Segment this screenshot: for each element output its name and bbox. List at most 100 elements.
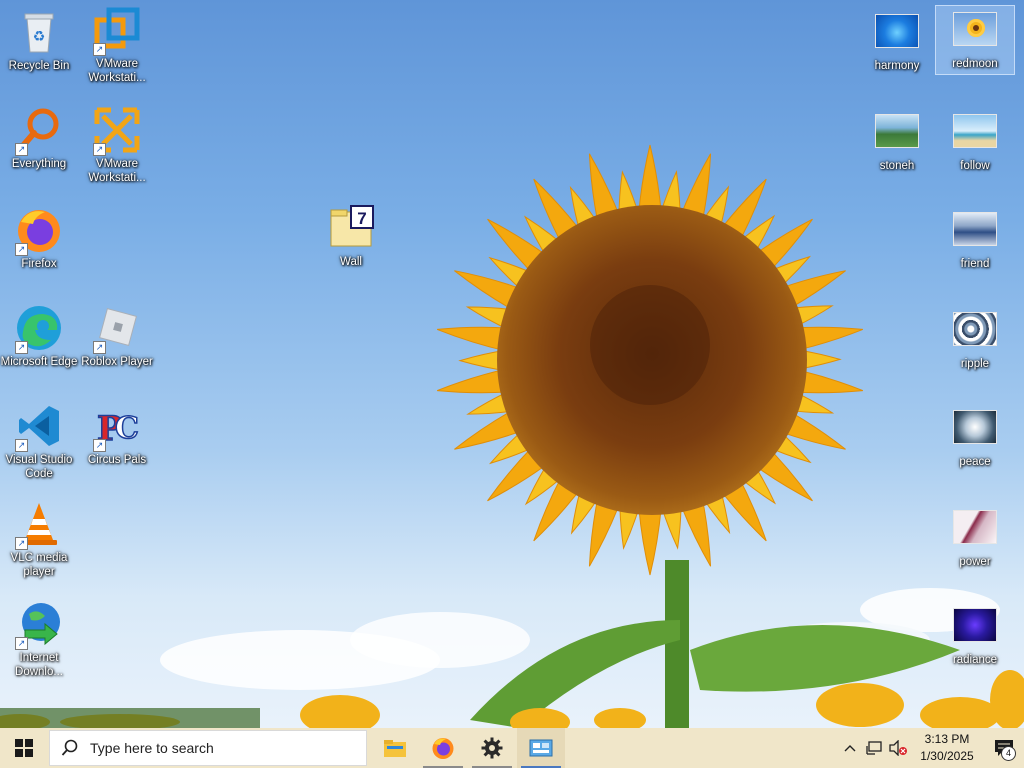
radiance-file-icon[interactable]: radiance: [936, 602, 1014, 667]
notification-count-badge: 4: [1001, 746, 1016, 761]
power-file-icon[interactable]: power: [936, 504, 1014, 569]
shortcut-arrow-icon: ↗: [15, 243, 28, 256]
shortcut-arrow-icon: ↗: [93, 43, 106, 56]
icon-label: Everything: [11, 158, 67, 170]
icon-label: Roblox Player: [81, 356, 153, 368]
icon-label: Firefox: [21, 258, 57, 270]
image-thumbnail-icon: [951, 206, 999, 254]
firefox-desktop-icon[interactable]: ↗ Firefox: [0, 206, 78, 271]
firefox-icon: ↗: [15, 206, 63, 256]
volume-muted-icon: [889, 740, 907, 756]
shortcut-arrow-icon: ↗: [15, 341, 28, 354]
internet-download-manager-desktop-icon[interactable]: ↗ Internet Downlo...: [0, 600, 78, 679]
stoneh-file-icon[interactable]: stoneh: [858, 108, 936, 173]
taskbar-control-panel[interactable]: [517, 728, 565, 768]
image-thumbnail-icon: [873, 8, 921, 56]
icon-label: ripple: [960, 358, 990, 370]
action-center-button[interactable]: 4: [984, 728, 1024, 768]
network-wired-icon: [866, 741, 882, 755]
image-thumbnail-icon: [951, 306, 999, 354]
vmware-icon: ↗: [93, 6, 141, 56]
image-thumbnail-icon: [951, 108, 999, 156]
taskbar-search-box[interactable]: Type here to search: [49, 730, 367, 766]
icon-label: Visual Studio Code: [5, 454, 73, 480]
icon-label: peace: [959, 456, 991, 468]
shortcut-arrow-icon: ↗: [15, 143, 28, 156]
vlc-desktop-icon[interactable]: ↗ VLC media player: [0, 500, 78, 579]
clock-date: 1/30/2025: [920, 749, 974, 763]
vscode-desktop-icon[interactable]: ↗ Visual Studio Code: [0, 402, 78, 481]
icon-label: Internet Downlo...: [15, 652, 63, 678]
icon-label: follow: [960, 160, 990, 172]
shortcut-arrow-icon: ↗: [15, 537, 28, 550]
7zip-archive-icon: 7: [327, 204, 375, 252]
recycle-bin-icon: ♻: [15, 8, 63, 56]
control-panel-icon: [529, 739, 553, 757]
icon-label: Microsoft Edge: [0, 356, 78, 368]
redmoon-file-icon[interactable]: redmoon: [935, 5, 1015, 75]
taskbar: Type here to search 3:13 PM 1/30/2025 4: [0, 728, 1024, 768]
svg-text:7: 7: [357, 209, 366, 228]
vmware-workstation-icon: ↗: [93, 106, 141, 156]
shortcut-arrow-icon: ↗: [15, 637, 28, 650]
chevron-up-icon: [844, 745, 856, 752]
friend-file-icon[interactable]: friend: [936, 206, 1014, 271]
system-tray: 3:13 PM 1/30/2025 4: [838, 728, 1024, 768]
taskbar-clock[interactable]: 3:13 PM 1/30/2025: [910, 731, 984, 765]
icon-label: friend: [960, 258, 990, 270]
file-explorer-icon: [384, 740, 406, 757]
svg-text:C: C: [115, 411, 139, 446]
taskbar-settings[interactable]: [468, 728, 516, 768]
vmware-desktop-icon[interactable]: ↗ VMware Workstati...: [78, 6, 156, 85]
search-icon: [50, 739, 90, 757]
volume-tray-button[interactable]: [886, 728, 910, 768]
icon-label: Wall: [340, 256, 362, 268]
icon-label: Circus Pals: [87, 454, 147, 466]
search-placeholder: Type here to search: [90, 740, 214, 756]
vlc-icon: ↗: [15, 500, 63, 550]
taskbar-firefox[interactable]: [419, 728, 467, 768]
windows-logo-icon: [15, 739, 33, 757]
circus-pals-desktop-icon[interactable]: PC ↗ Circus Pals: [78, 402, 156, 467]
icon-label: VLC media player: [10, 552, 68, 578]
shortcut-arrow-icon: ↗: [93, 341, 106, 354]
icon-label: power: [959, 556, 991, 568]
idm-icon: ↗: [15, 600, 63, 650]
settings-gear-icon: [481, 737, 503, 759]
everything-desktop-icon[interactable]: ↗ Everything: [0, 106, 78, 171]
image-thumbnail-icon: [951, 602, 999, 650]
vscode-icon: ↗: [15, 402, 63, 452]
roblox-desktop-icon[interactable]: ↗ Roblox Player: [78, 304, 156, 369]
taskbar-file-explorer[interactable]: [371, 728, 419, 768]
vmware-workstation-desktop-icon[interactable]: ↗ VMware Workstati...: [78, 106, 156, 185]
clock-time: 3:13 PM: [924, 732, 970, 746]
shortcut-arrow-icon: ↗: [15, 439, 28, 452]
harmony-file-icon[interactable]: harmony: [858, 8, 936, 73]
desktop[interactable]: ♻ Recycle Bin ↗ VMware Workstati... ↗ Ev…: [0, 0, 1024, 728]
icon-label: redmoon: [952, 58, 998, 70]
svg-text:♻: ♻: [33, 28, 46, 44]
image-thumbnail-icon: [951, 404, 999, 452]
icon-label: Recycle Bin: [8, 60, 70, 72]
icon-label: stoneh: [879, 160, 915, 172]
everything-search-icon: ↗: [15, 106, 63, 156]
ripple-file-icon[interactable]: ripple: [936, 306, 1014, 371]
roblox-icon: ↗: [93, 304, 141, 354]
shortcut-arrow-icon: ↗: [93, 143, 106, 156]
peace-file-icon[interactable]: peace: [936, 404, 1014, 469]
recycle-bin-desktop-icon[interactable]: ♻ Recycle Bin: [0, 8, 78, 73]
wall-archive-desktop-icon[interactable]: 7 Wall: [312, 204, 390, 269]
icon-label: VMware Workstati...: [88, 158, 146, 184]
start-button[interactable]: [0, 728, 48, 768]
show-hidden-icons-button[interactable]: [838, 728, 862, 768]
firefox-icon: [432, 738, 454, 759]
circus-pals-icon: PC ↗: [93, 402, 141, 452]
icon-label: harmony: [874, 60, 920, 72]
icon-label: VMware Workstati...: [88, 58, 146, 84]
shortcut-arrow-icon: ↗: [93, 439, 106, 452]
image-thumbnail-icon: [951, 6, 999, 54]
network-tray-button[interactable]: [862, 728, 886, 768]
icon-label: radiance: [952, 654, 998, 666]
follow-file-icon[interactable]: follow: [936, 108, 1014, 173]
edge-desktop-icon[interactable]: ↗ Microsoft Edge: [0, 304, 78, 369]
